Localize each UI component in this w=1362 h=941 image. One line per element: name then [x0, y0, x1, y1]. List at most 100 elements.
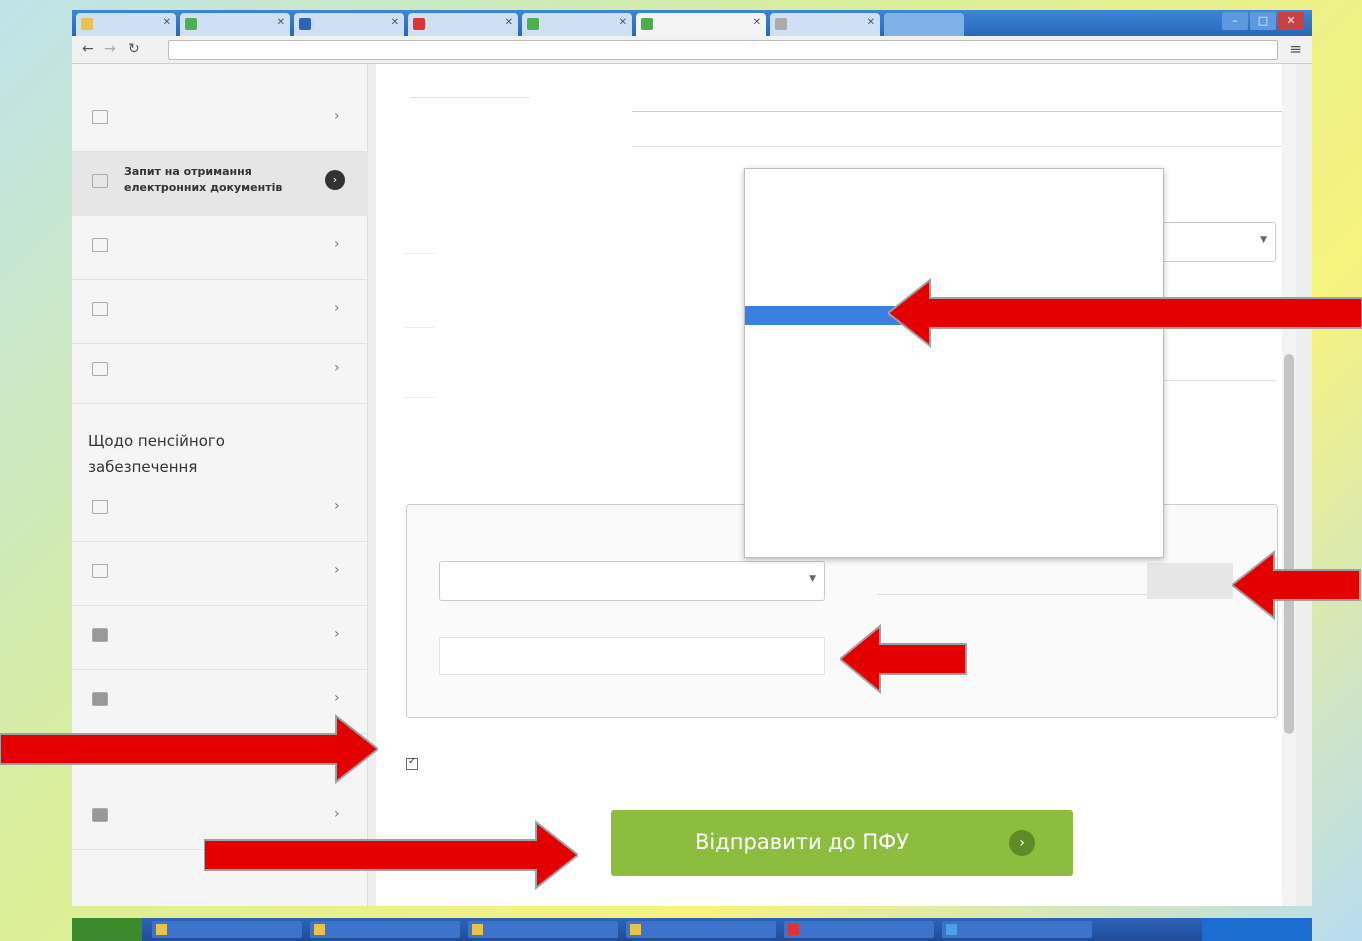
browser-tab[interactable]: ✕ — [76, 13, 176, 36]
sidebar-item-label: Запит на отримання електронних документі… — [124, 165, 283, 194]
sidebar-item-electronic-documents[interactable]: Запит на отримання електронних документі… — [72, 152, 368, 216]
submit-label: Відправити до ПФУ — [695, 830, 909, 854]
chevron-right-icon: › — [334, 300, 340, 316]
dropdown-option[interactable] — [745, 462, 1163, 482]
dropdown-option[interactable] — [745, 228, 1163, 248]
main-form: ▼ ▼ ▼ ✓ — [376, 64, 1296, 906]
browser-tab[interactable]: ✕ — [408, 13, 518, 36]
tab-favicon-icon — [641, 18, 653, 30]
arrow-right-icon: › — [1009, 830, 1035, 856]
field-label — [404, 384, 434, 398]
dropdown-option[interactable] — [745, 501, 1163, 521]
submit-button[interactable]: Відправити до ПФУ › — [611, 810, 1073, 876]
url-input[interactable] — [168, 40, 1278, 60]
browser-tab[interactable]: ✕ — [294, 13, 404, 36]
chevron-down-icon: ▼ — [809, 574, 816, 584]
sidebar-item[interactable]: › — [72, 216, 368, 280]
chevron-right-icon: › — [334, 562, 340, 578]
chevron-right-icon: › — [334, 108, 340, 124]
dropdown-option[interactable] — [745, 208, 1163, 228]
dropdown-option[interactable] — [745, 247, 1163, 267]
taskbar-item[interactable] — [942, 921, 1092, 938]
tab-favicon-icon — [299, 18, 311, 30]
dropdown-option[interactable] — [745, 189, 1163, 209]
close-window-button[interactable]: ✕ — [1278, 12, 1304, 30]
bank-dropdown-list[interactable] — [744, 168, 1164, 558]
tab-favicon-icon — [527, 18, 539, 30]
sidebar-item[interactable]: › — [72, 542, 368, 606]
dropdown-option[interactable] — [745, 520, 1163, 540]
document-icon — [92, 238, 108, 252]
taskbar-item[interactable] — [310, 921, 460, 938]
browser-icon — [946, 924, 957, 935]
sidebar-item[interactable]: › — [72, 340, 368, 404]
building-icon — [92, 628, 108, 642]
dropdown-option[interactable] — [745, 364, 1163, 384]
app-icon — [156, 924, 167, 935]
dropdown-option[interactable] — [745, 442, 1163, 462]
chevron-right-icon: › — [334, 498, 340, 514]
account-number-input[interactable] — [439, 637, 825, 675]
close-icon[interactable]: ✕ — [391, 17, 399, 28]
menu-icon[interactable]: ≡ — [1289, 40, 1302, 58]
consent-checkbox[interactable]: ✓ — [406, 756, 418, 770]
folder-icon — [472, 924, 483, 935]
tab-favicon-icon — [775, 18, 787, 30]
close-icon[interactable]: ✕ — [277, 17, 285, 28]
browser-tab[interactable]: ✕ — [522, 13, 632, 36]
browser-tab[interactable]: ✕ — [770, 13, 880, 36]
browser-tab[interactable]: ✕ — [180, 13, 290, 36]
dropdown-option[interactable] — [745, 540, 1163, 558]
scrollbar-thumb[interactable] — [1284, 354, 1294, 734]
tab-favicon-icon — [413, 18, 425, 30]
bank-select[interactable]: ▼ — [439, 561, 825, 601]
consent-label — [426, 758, 866, 770]
browser-tab[interactable] — [884, 13, 964, 36]
dropdown-option[interactable] — [745, 169, 1163, 189]
sidebar-item[interactable]: › — [72, 478, 368, 542]
document-icon — [92, 110, 108, 124]
text-field[interactable] — [632, 82, 1282, 112]
taskbar-item[interactable] — [468, 921, 618, 938]
scrollbar[interactable] — [1282, 64, 1296, 906]
close-icon[interactable]: ✕ — [505, 17, 513, 28]
chevron-right-icon: › — [334, 236, 340, 252]
document-icon — [92, 302, 108, 316]
taskbar-item[interactable] — [626, 921, 776, 938]
forward-icon[interactable]: → — [104, 41, 116, 57]
red-arrow-right-icon — [204, 820, 578, 890]
folder-icon — [314, 924, 325, 935]
sidebar-item[interactable]: › — [72, 280, 368, 344]
people-icon — [92, 564, 108, 578]
close-icon[interactable]: ✕ — [867, 17, 875, 28]
browse-button[interactable] — [1147, 563, 1233, 599]
close-icon[interactable]: ✕ — [163, 17, 171, 28]
back-icon[interactable]: ← — [82, 41, 94, 57]
chevron-right-icon: › — [334, 360, 340, 376]
system-tray — [1202, 918, 1312, 941]
sidebar-item[interactable]: › — [72, 88, 368, 152]
reload-icon[interactable]: ↻ — [128, 41, 140, 57]
minimize-button[interactable]: – — [1222, 12, 1248, 30]
arrow-circle-icon: › — [325, 170, 345, 190]
chevron-right-icon: › — [334, 626, 340, 642]
browser-address-bar: ← → ↻ ≡ — [72, 36, 1312, 64]
file-input[interactable] — [877, 565, 1147, 595]
red-arrow-left-icon — [840, 624, 967, 694]
dropdown-option[interactable] — [745, 423, 1163, 443]
dropdown-option[interactable] — [745, 384, 1163, 404]
start-button[interactable] — [72, 918, 142, 941]
maximize-button[interactable]: □ — [1250, 12, 1276, 30]
tab-favicon-icon — [81, 18, 93, 30]
folder-icon — [630, 924, 641, 935]
sidebar-item[interactable]: › — [72, 606, 368, 670]
close-icon[interactable]: ✕ — [619, 17, 627, 28]
dropdown-option[interactable] — [745, 481, 1163, 501]
taskbar-item[interactable] — [152, 921, 302, 938]
document-icon — [92, 500, 108, 514]
browser-tab-active[interactable]: ✕ — [636, 13, 766, 36]
close-icon[interactable]: ✕ — [753, 17, 761, 28]
dropdown-option[interactable] — [745, 403, 1163, 423]
taskbar-item[interactable] — [784, 921, 934, 938]
building-icon — [92, 692, 108, 706]
